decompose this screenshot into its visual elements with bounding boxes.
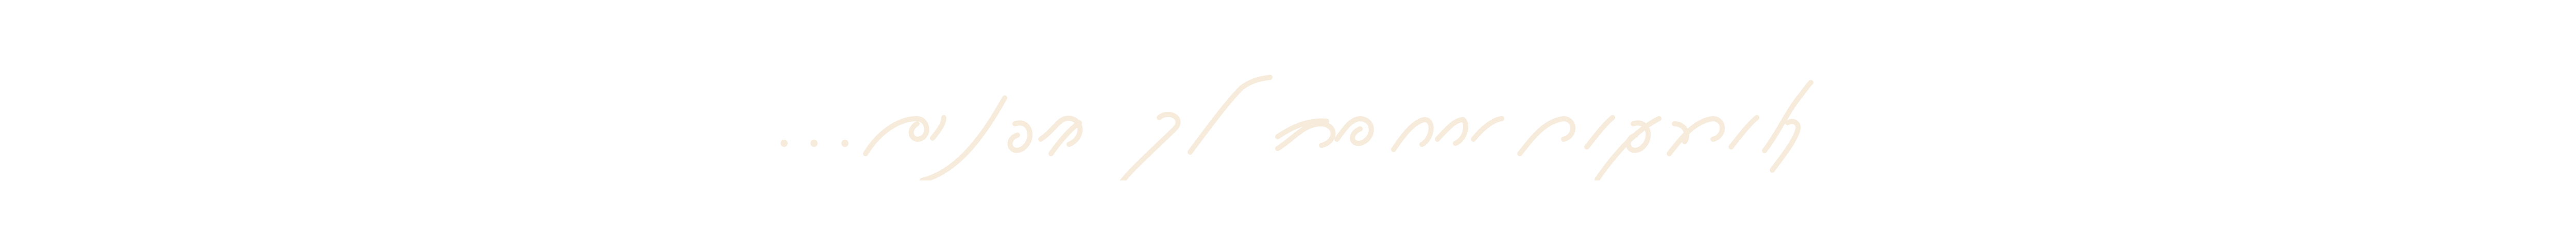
- handwritten-headline-graphic: [781, 75, 1814, 180]
- handwritten-stroke: [1762, 80, 1814, 153]
- handwritten-stroke: [1188, 75, 1273, 155]
- handwritten-headline: עולם קטנים ממהרים לך בפנטזיה...: [762, 62, 1814, 180]
- handwritten-stroke: [1334, 116, 1374, 146]
- ellipsis-dot: [810, 140, 818, 147]
- handwritten-stroke: [930, 115, 946, 141]
- handwritten-stroke: [1435, 117, 1468, 146]
- ellipsis-dot: [841, 140, 849, 147]
- artwork-canvas: עולם קטנים ממהרים לך בפנטזיה...: [0, 0, 2576, 231]
- handwritten-stroke: [1728, 115, 1759, 150]
- handwritten-stroke: [1517, 116, 1575, 156]
- handwritten-stroke: [1120, 111, 1181, 180]
- handwritten-stroke: [1391, 117, 1434, 152]
- handwritten-stroke: [1584, 115, 1615, 150]
- handwritten-stroke: [1471, 116, 1504, 142]
- handwritten-stroke: [863, 116, 929, 156]
- handwritten-stroke: [1275, 121, 1336, 151]
- handwritten-stroke: [1007, 120, 1033, 153]
- ellipsis-dot: [781, 140, 788, 147]
